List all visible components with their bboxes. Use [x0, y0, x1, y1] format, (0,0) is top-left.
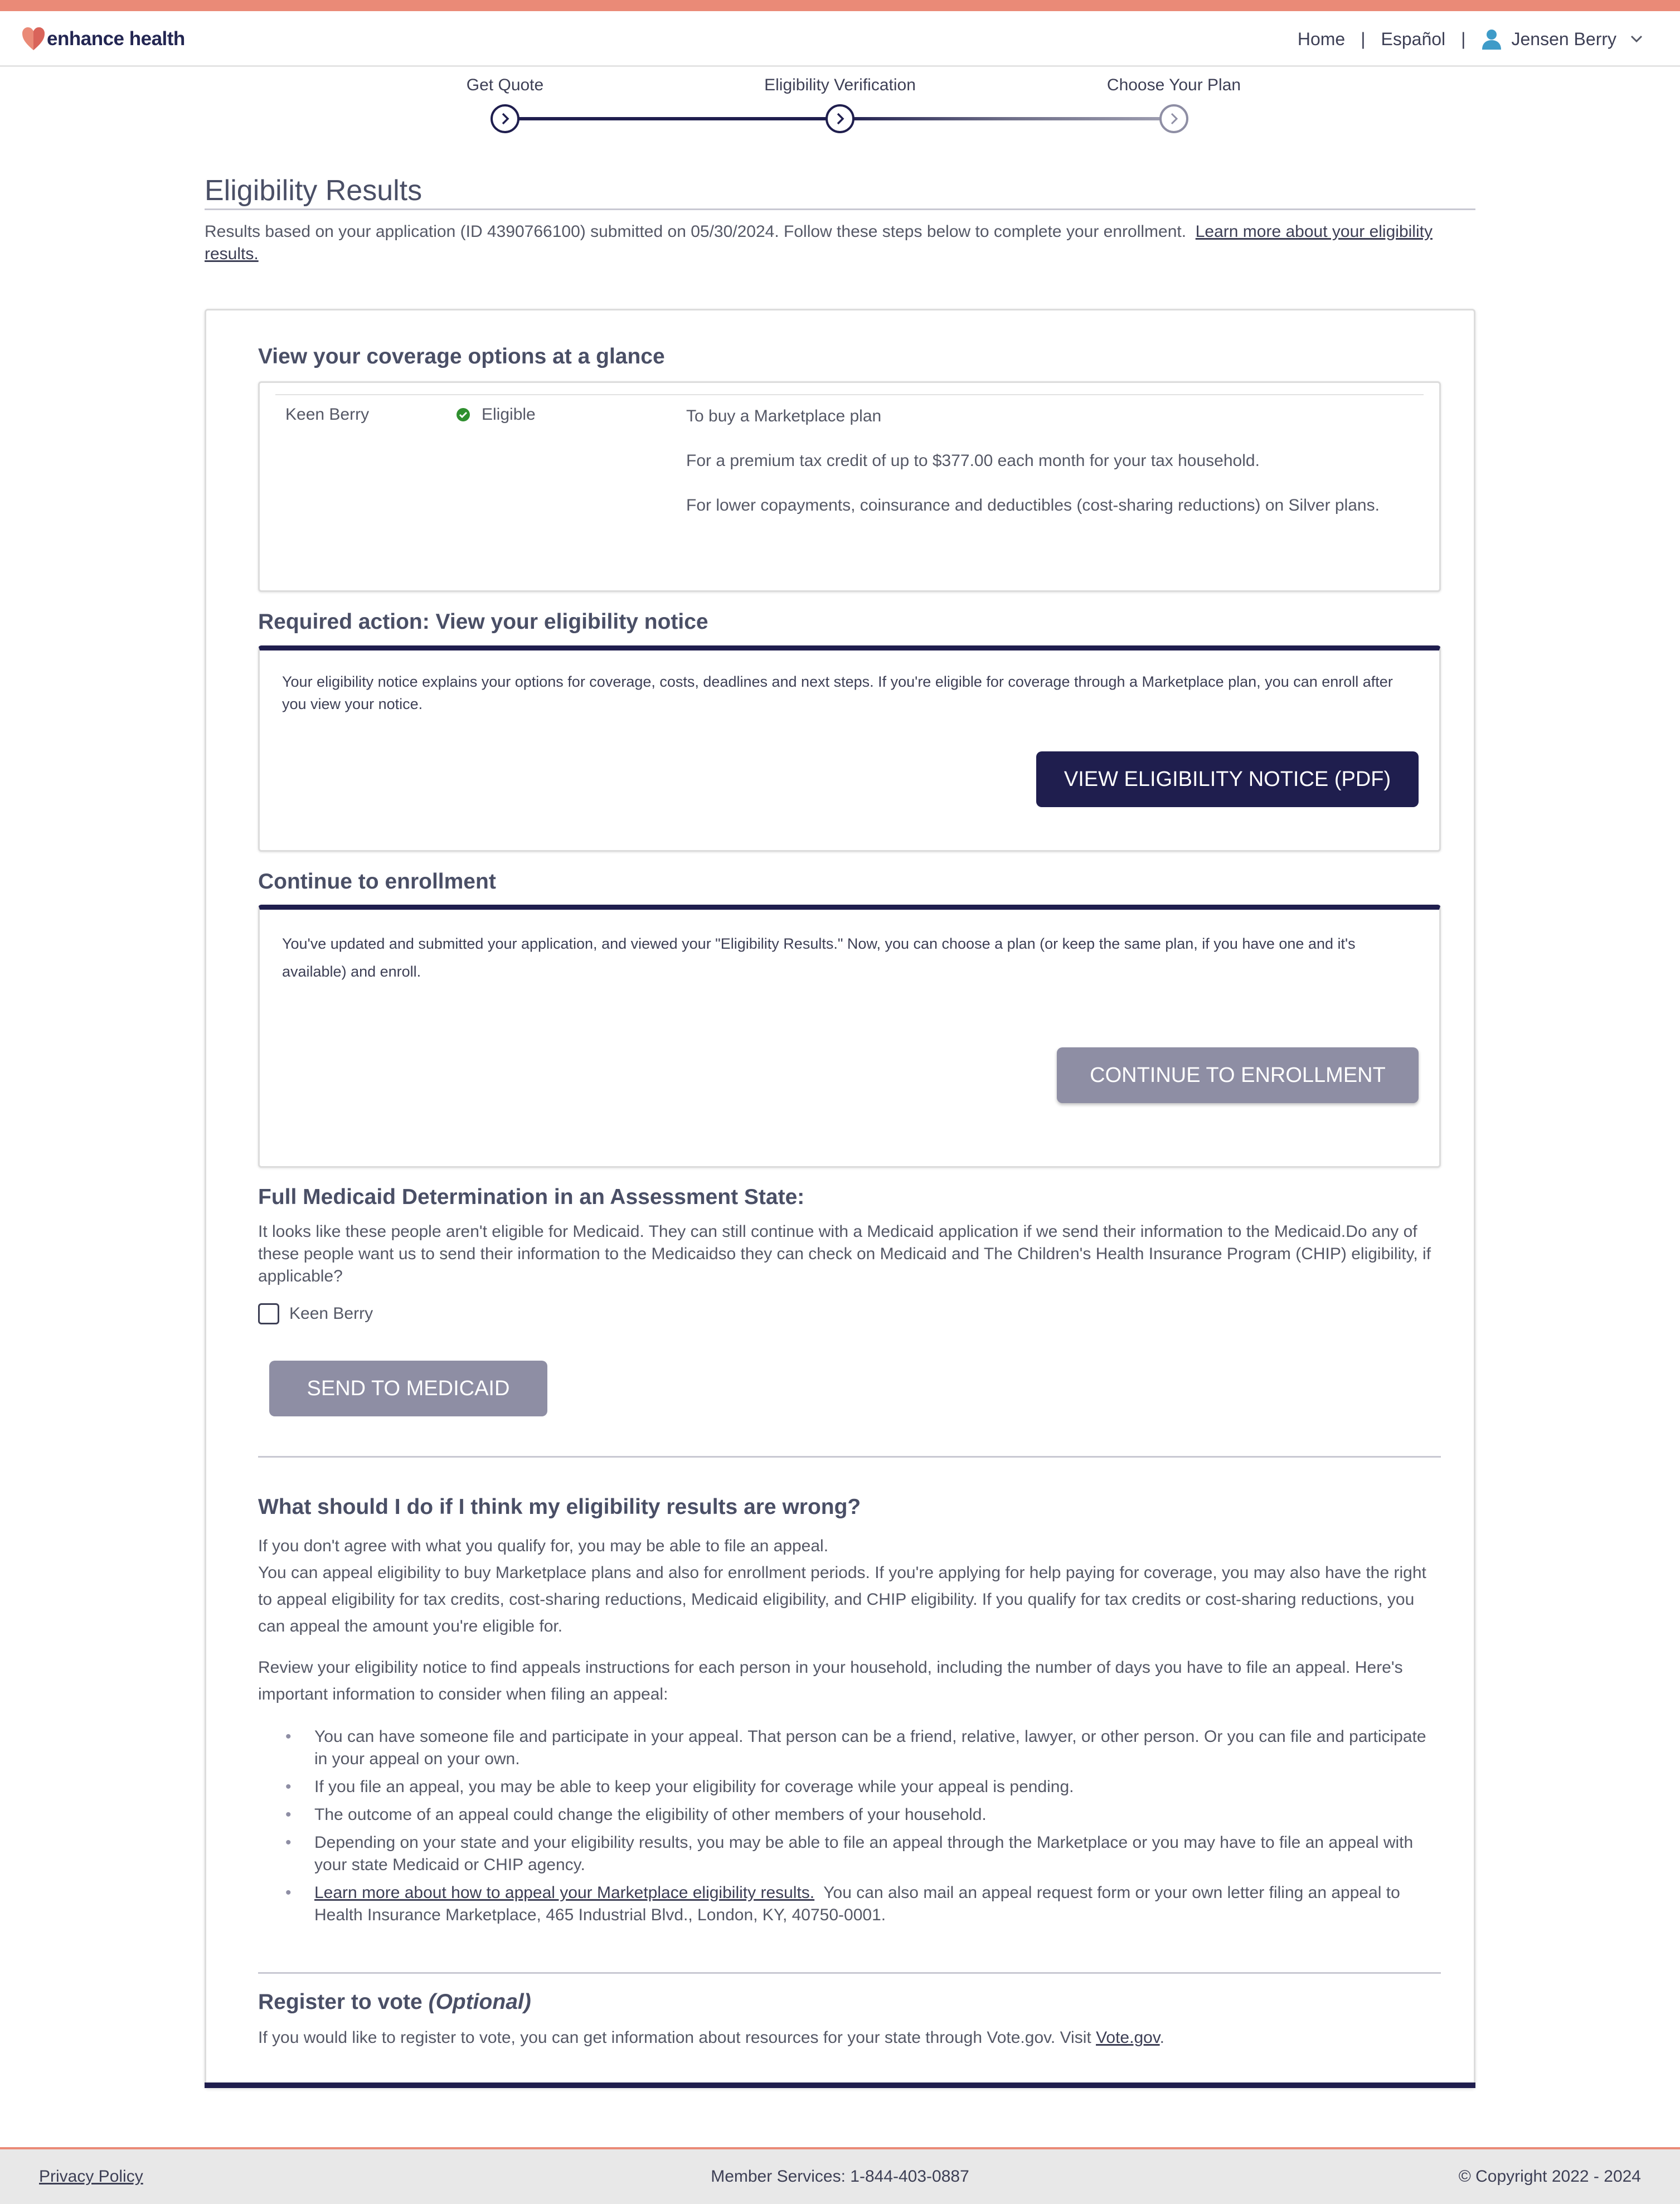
- nav-home-link[interactable]: Home: [1298, 29, 1345, 50]
- list-item: If you file an appeal, you may be able t…: [285, 1776, 1439, 1798]
- glance-inner-divider: [275, 394, 1424, 395]
- vote-gov-link[interactable]: Vote.gov: [1096, 2028, 1160, 2047]
- intro-text: Results based on your application (ID 43…: [205, 221, 1475, 265]
- glance-box: Keen Berry Eligible To buy a Marketplace…: [258, 381, 1441, 592]
- notice-title: Required action: View your eligibility n…: [258, 610, 708, 634]
- learn-more-appeal-link[interactable]: Learn more about how to appeal your Mark…: [314, 1883, 814, 1902]
- appeal-paragraph-2: Review your eligibility notice to find a…: [258, 1658, 1403, 1703]
- section-divider: [258, 1456, 1441, 1458]
- view-eligibility-notice-button[interactable]: VIEW ELIGIBILITY NOTICE (PDF): [1036, 751, 1419, 807]
- list-item: Learn more about how to appeal your Mark…: [285, 1882, 1439, 1926]
- step-label-get-quote: Get Quote: [466, 76, 544, 94]
- chevron-down-icon[interactable]: [1629, 31, 1644, 47]
- card-bottom-accent: [205, 2082, 1475, 2088]
- brand-top-stripe: [0, 0, 1680, 11]
- progress-stepper: Get Quote Eligibility Verification Choos…: [0, 67, 1680, 145]
- chevron-right-icon: [502, 113, 509, 125]
- status-badge: Eligible: [456, 405, 536, 424]
- site-header: enhance health Home | Español | Jensen B…: [0, 11, 1680, 67]
- user-icon: [1482, 30, 1502, 50]
- notice-text: Your eligibility notice explains your op…: [282, 673, 1393, 712]
- step-connector-upcoming: [840, 117, 1174, 120]
- send-to-medicaid-button[interactable]: SEND TO MEDICAID: [269, 1361, 547, 1416]
- brand-name: enhance health: [47, 28, 185, 50]
- vote-body: If you would like to register to vote, y…: [258, 2028, 1091, 2047]
- section-divider: [258, 1972, 1441, 1974]
- copyright-text: © Copyright 2022 - 2024: [1458, 2167, 1641, 2186]
- privacy-policy-link[interactable]: Privacy Policy: [39, 2167, 143, 2186]
- step-label-choose-plan: Choose Your Plan: [1106, 76, 1241, 94]
- reason-item: For a premium tax credit of up to $377.0…: [686, 452, 1260, 470]
- nav-separator: |: [1361, 28, 1366, 49]
- reason-item: For lower copayments, coinsurance and de…: [686, 496, 1380, 514]
- list-item: Depending on your state and your eligibi…: [285, 1832, 1439, 1876]
- status-text: Eligible: [482, 405, 536, 424]
- chevron-right-icon: [1171, 113, 1178, 125]
- person-name: Keen Berry: [285, 405, 370, 424]
- top-nav: Home | Español | Jensen Berry: [1298, 28, 1644, 50]
- reason-item: To buy a Marketplace plan: [686, 407, 882, 425]
- vote-text: If you would like to register to vote, y…: [258, 2027, 1441, 2049]
- continue-to-enrollment-button[interactable]: CONTINUE TO ENROLLMENT: [1057, 1047, 1419, 1103]
- heart-logo-icon: [22, 27, 45, 50]
- list-item: You can have someone file and participat…: [285, 1726, 1439, 1770]
- appeal-line-1: If you don't agree with what you qualify…: [258, 1537, 829, 1555]
- member-services-text: Member Services: 1-844-403-0887: [711, 2167, 969, 2186]
- checkbox-label: Keen Berry: [289, 1304, 373, 1323]
- intro-body: Results based on your application (ID 43…: [205, 222, 1187, 241]
- vote-title: Register to vote (Optional): [258, 1990, 531, 2014]
- appeal-title: What should I do if I think my eligibili…: [258, 1495, 861, 1519]
- appeal-line-2: You can appeal eligibility to buy Market…: [258, 1564, 1426, 1635]
- medicaid-title: Full Medicaid Determination in an Assess…: [258, 1185, 805, 1209]
- chevron-right-icon: [837, 113, 844, 125]
- notice-box: Your eligibility notice explains your op…: [258, 645, 1441, 852]
- enrollment-box: You've updated and submitted your applic…: [258, 905, 1441, 1168]
- nav-separator: |: [1461, 28, 1466, 49]
- list-item: The outcome of an appeal could change th…: [285, 1804, 1439, 1826]
- glance-title: View your coverage options at a glance: [258, 344, 665, 368]
- medicaid-checkbox-row[interactable]: Keen Berry: [258, 1303, 373, 1324]
- user-menu-name[interactable]: Jensen Berry: [1511, 29, 1616, 50]
- step-label-eligibility: Eligibility Verification: [764, 76, 916, 94]
- enrollment-text: You've updated and submitted your applic…: [282, 935, 1356, 980]
- medicaid-text: It looks like these people aren't eligib…: [258, 1222, 1431, 1285]
- vote-title-text: Register to vote: [258, 1990, 423, 2014]
- title-divider: [205, 208, 1475, 210]
- eligibility-reasons: To buy a Marketplace plan For a premium …: [686, 405, 1411, 539]
- brand-logo[interactable]: enhance health: [21, 26, 185, 52]
- step-circle-get-quote[interactable]: [491, 104, 519, 133]
- step-circle-eligibility[interactable]: [826, 104, 854, 133]
- enrollment-title: Continue to enrollment: [258, 870, 496, 894]
- page-title: Eligibility Results: [205, 174, 423, 207]
- step-connector-complete: [505, 117, 840, 120]
- person-checkbox[interactable]: [258, 1303, 279, 1324]
- step-circle-choose-plan[interactable]: [1159, 104, 1188, 133]
- nav-language-link[interactable]: Español: [1381, 29, 1446, 50]
- appeal-intro: If you don't agree with what you qualify…: [258, 1533, 1441, 1708]
- vote-optional-label: (Optional): [428, 1990, 531, 2014]
- vote-period: .: [1159, 2028, 1164, 2047]
- check-circle-icon: [457, 408, 470, 421]
- site-footer: Privacy Policy Member Services: 1-844-40…: [0, 2147, 1680, 2204]
- appeal-bullets: You can have someone file and participat…: [285, 1726, 1439, 1932]
